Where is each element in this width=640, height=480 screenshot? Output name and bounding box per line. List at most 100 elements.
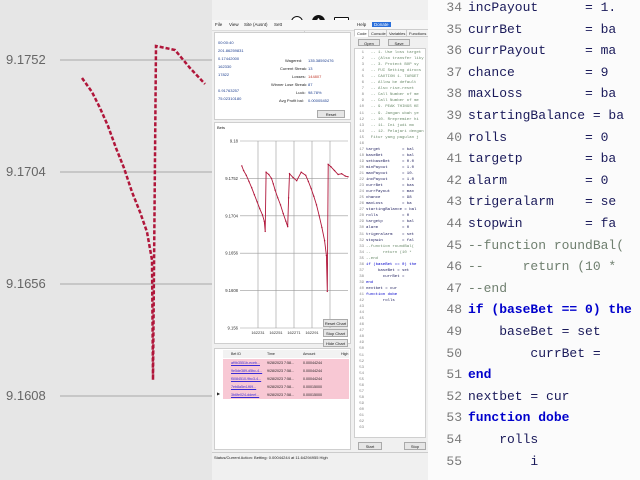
header-time[interactable]: Time [267, 350, 301, 358]
series-point [341, 173, 343, 175]
background-line-text: targetp = ba [468, 151, 617, 167]
cell-amount: 0.00044244 [303, 377, 322, 381]
line-text: -- 10. Rrepremier hi [366, 117, 419, 122]
y-tick-label: 9.18 [230, 139, 239, 144]
line-text: maxLoss = ba [366, 202, 412, 207]
cell-amount: 0.00044244 [303, 369, 322, 373]
series-point [253, 194, 256, 196]
save-script-button[interactable]: Save [388, 39, 410, 46]
background-line-number: 52 [446, 388, 462, 404]
menu-view[interactable]: View [229, 22, 239, 27]
background-code-line: 38 maxLoss = ba [432, 86, 616, 101]
line-text: maxPayout = 10. [366, 172, 415, 176]
background-line-number: 41 [446, 151, 462, 167]
series-point [282, 212, 284, 215]
background-line-number: 47 [446, 280, 462, 296]
background-line-text: rolls = 0 [468, 129, 609, 145]
background-line-number: 51 [446, 367, 462, 383]
line-text: -- FUI Setting dirocs [366, 69, 422, 74]
table-row[interactable]: 3b6fe024-ddeef... 9/28/2023 7:58... 0.0001… [223, 391, 349, 399]
bet-chart: 9.18 9.1752 9.1704 9.1656 9.1608 9.156 162231 1… [225, 139, 349, 335]
wagered-label: Wagered: [285, 58, 303, 63]
background-line-text: --end [468, 280, 508, 296]
background-code-zoom: 34 incPayout = 1. 35 currBet = ba 36 currPayo… [428, 0, 640, 480]
table-row[interactable]: f5084510-9bc3-4... 9/28/2023 7:58... 0.000… [223, 375, 349, 383]
line-text: setbaseBet = 0.0 [366, 159, 415, 164]
line-text: -- 3. Protect BOP sy [366, 63, 419, 68]
background-line-number: 48 [446, 302, 462, 318]
x-tick-label: 162271 [287, 330, 301, 335]
table-row[interactable]: af9b3551b-eceb... 9/28/2023 7:58... 0.0004… [223, 359, 349, 367]
background-line-text: incPayout = 1. [468, 0, 617, 15]
losses-value: 144807 [308, 74, 322, 79]
menu-site[interactable]: Site (Ausnt) [244, 22, 268, 27]
y-tick-label: 9.156 [228, 326, 239, 331]
background-line-number: 39 [446, 108, 462, 123]
background-line-number: 38 [446, 86, 462, 102]
menu-settings[interactable]: Sett [274, 22, 282, 27]
menu-help[interactable]: Help [357, 22, 366, 27]
chart-panel: Bets 9.18 9.1752 9.1704 9.1656 9.1608 9.156 16… [214, 122, 351, 347]
series-point [292, 176, 294, 179]
background-line-text: chance = 9 [468, 64, 609, 80]
header-amount[interactable]: Amount [303, 350, 335, 358]
code-editor[interactable]: 1 -- 1. Use loss target 2 -- (Also transf… [354, 48, 426, 438]
x-tick-label: 162291 [305, 330, 319, 335]
menu-file[interactable]: File [215, 22, 222, 27]
hide-chart-button[interactable]: Hide Chart [323, 339, 348, 347]
series-point [333, 169, 336, 172]
current-streak-value: 13 [308, 66, 313, 71]
series-point [296, 180, 298, 182]
open-script-button[interactable]: Open [358, 39, 380, 46]
background-code-line: 43 trigeralarm = se [432, 194, 616, 209]
table-row[interactable]: 7eb8a5e4-f69... 9/28/2023 7:58... 0.000150… [223, 383, 349, 391]
series-point [259, 208, 261, 210]
app-window: ❖ File View Site (Ausnt) Sett Help Donat… [212, 0, 428, 480]
menu-donate[interactable]: Donate [372, 22, 391, 27]
losses-label: Losses: [292, 74, 306, 79]
table-row[interactable]: 9e5de389-d5bc-4... 9/28/2023 7:58... 0.000… [223, 367, 349, 375]
session-stat-4: 17822 [218, 72, 230, 77]
background-code-line: 42 alarm = 0 [432, 173, 608, 188]
background-code-line: 55 i [432, 454, 538, 469]
line-text: -- 1. Use loss target [366, 51, 422, 55]
background-code-line: 49 baseBet = set [432, 324, 601, 339]
stats-panel: 00:00:40 201.86259831 0.17442000 162330 1782… [214, 32, 351, 120]
cell-bet-id: 9e5de389-d5bc-4... [231, 369, 263, 373]
reset-chart-button[interactable]: Reset Chart [323, 319, 348, 327]
cell-time: 9/28/2023 7:58... [267, 361, 294, 365]
background-code-line: 47 --end [432, 281, 507, 296]
tab-functions[interactable]: Functions [406, 29, 428, 37]
reset-stats-button[interactable]: Reset [317, 110, 345, 118]
header-bet-id[interactable]: Bet ID [231, 350, 265, 358]
series-point [307, 180, 310, 183]
background-line-number: 50 [446, 345, 462, 361]
start-script-button[interactable]: Start [358, 442, 382, 450]
code-line[interactable]: 63 [355, 425, 425, 431]
series-point [325, 254, 328, 257]
background-line-number: 35 [446, 21, 462, 37]
series-point [287, 197, 290, 199]
stop-script-button[interactable]: Stop [404, 442, 426, 450]
series-point [321, 226, 323, 229]
cell-time: 9/28/2023 7:58... [267, 385, 294, 389]
cell-bet-id: f5084510-9bc3-4... [231, 377, 262, 381]
background-line-text: baseBet = set [468, 324, 601, 339]
line-text: minPayout = 1.0 [366, 165, 415, 170]
cell-time: 9/28/2023 7:58... [267, 393, 294, 397]
series-point [288, 173, 291, 175]
series-point [261, 214, 264, 216]
series-point [287, 226, 289, 228]
header-high[interactable]: High [341, 350, 351, 358]
line-text: --function roundBal( [366, 244, 415, 249]
line-text: chance = 98 [366, 196, 412, 201]
background-chart-zoom: 9.1752 9.1704 9.1656 9.1608 [0, 0, 212, 480]
stop-chart-button[interactable]: Stop Chart [323, 329, 348, 337]
line-text: -- 9. PEAK THINGS KE [366, 105, 419, 110]
series-point [279, 204, 282, 206]
line-text: trigeralarm = set [366, 232, 415, 237]
background-line-number: 53 [446, 410, 462, 426]
series-point [272, 183, 274, 185]
background-line-number: 46 [446, 259, 462, 275]
background-chart-svg [60, 44, 212, 397]
